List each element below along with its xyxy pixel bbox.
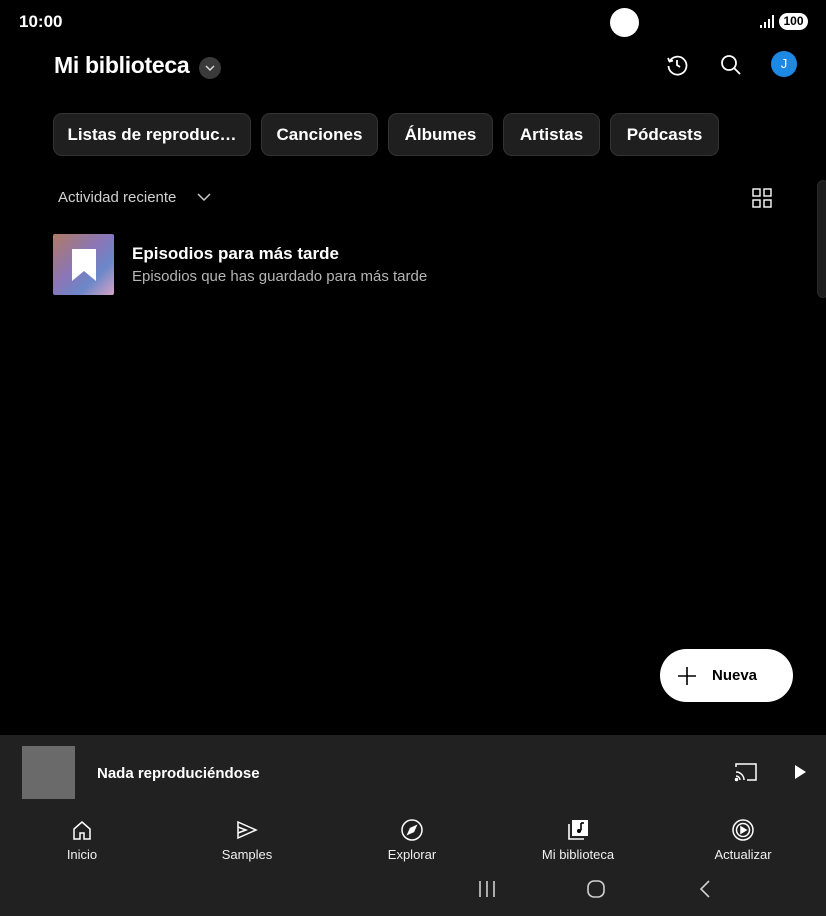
library-icon bbox=[568, 820, 588, 840]
list-item-title[interactable]: Episodios para más tarde bbox=[132, 244, 339, 264]
nav-item-upgrade[interactable]: Actualizar bbox=[688, 817, 798, 862]
nav-item-samples[interactable]: Samples bbox=[192, 817, 302, 862]
page-title: Mi biblioteca bbox=[54, 52, 190, 78]
samples-icon bbox=[237, 820, 258, 840]
bookmark-icon bbox=[71, 248, 96, 281]
nav-label: Explorar bbox=[387, 847, 437, 862]
cast-icon[interactable] bbox=[734, 761, 758, 783]
saved-episodes-thumbnail[interactable] bbox=[53, 234, 114, 295]
recent-apps-icon[interactable] bbox=[477, 878, 497, 900]
nav-item-library[interactable]: Mi biblioteca bbox=[523, 817, 633, 862]
list-item-subtitle: Episodios que has guardado para más tard… bbox=[132, 268, 428, 285]
scroll-handle[interactable] bbox=[817, 180, 826, 298]
camera-cutout bbox=[610, 8, 639, 37]
signal-icon bbox=[760, 15, 774, 28]
nav-item-explore[interactable]: Explorar bbox=[357, 817, 467, 862]
nav-label: Actualizar bbox=[714, 847, 772, 862]
sort-label[interactable]: Actividad reciente bbox=[58, 189, 176, 206]
new-button[interactable]: Nueva bbox=[660, 649, 793, 702]
nav-item-home[interactable]: Inicio bbox=[27, 817, 137, 862]
battery-indicator: 100 bbox=[779, 13, 808, 30]
chip-artists[interactable]: Artistas bbox=[503, 113, 600, 156]
status-time: 10:00 bbox=[19, 12, 63, 31]
nav-label: Samples bbox=[221, 847, 273, 862]
nav-label: Mi biblioteca bbox=[541, 847, 615, 862]
play-icon[interactable] bbox=[792, 763, 808, 781]
nav-label: Inicio bbox=[66, 847, 98, 862]
mini-player-thumbnail[interactable] bbox=[22, 746, 75, 799]
compass-icon bbox=[401, 819, 423, 841]
grid-view-icon[interactable] bbox=[751, 187, 773, 209]
chip-podcasts[interactable]: Pódcasts bbox=[610, 113, 719, 156]
home-button-icon[interactable] bbox=[585, 878, 607, 900]
mini-player-title[interactable]: Nada reproduciéndose bbox=[97, 765, 260, 782]
chevron-down-icon[interactable] bbox=[195, 188, 213, 206]
home-icon bbox=[73, 821, 91, 840]
new-button-label: Nueva bbox=[712, 667, 758, 684]
upgrade-icon bbox=[732, 819, 754, 841]
back-icon[interactable] bbox=[697, 878, 713, 900]
search-icon[interactable] bbox=[718, 52, 744, 78]
history-icon[interactable] bbox=[664, 52, 690, 78]
avatar[interactable]: J bbox=[771, 51, 797, 77]
chevron-down-icon[interactable] bbox=[199, 57, 221, 79]
chip-songs[interactable]: Canciones bbox=[261, 113, 378, 156]
chip-playlists[interactable]: Listas de reproduc… bbox=[53, 113, 251, 156]
chip-albums[interactable]: Álbumes bbox=[388, 113, 493, 156]
plus-icon bbox=[678, 666, 696, 685]
